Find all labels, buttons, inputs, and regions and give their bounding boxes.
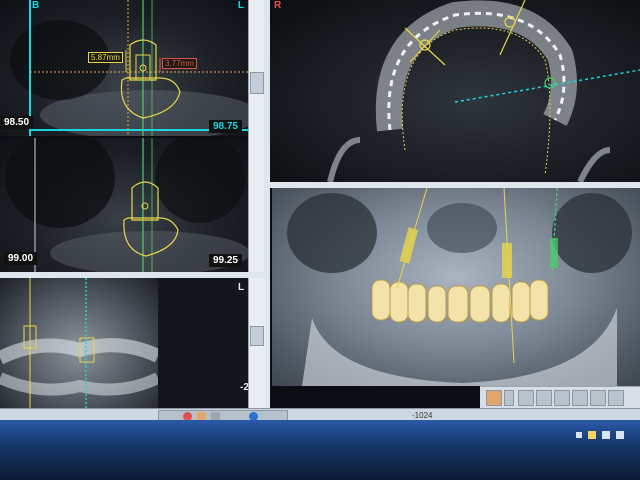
cross-section-bottom-overlay [5, 138, 248, 272]
cross-section-view-bottom[interactable]: 99.00 99.25 [0, 138, 248, 272]
panoramic-scroll-thumb[interactable] [250, 326, 264, 346]
axial-view[interactable]: R [270, 0, 640, 182]
orientation-label-right: L [237, 0, 244, 11]
panoramic-image [0, 278, 158, 408]
measurement-label-right: 3.77mm [162, 58, 197, 69]
render-3d-toolbar [480, 386, 640, 409]
dropdown-arrow-icon[interactable] [504, 390, 514, 406]
flag-icon[interactable] [588, 431, 596, 439]
cross-section-scroll-thumb[interactable] [250, 72, 264, 94]
scale-value: -2 [240, 382, 248, 393]
cross-section-scrollbar[interactable] [248, 0, 265, 272]
slice-value-left: 99.00 [4, 252, 38, 265]
view-bottom-icon[interactable] [572, 390, 588, 406]
slice-value-left: 98.50 [0, 116, 34, 129]
panoramic-overlay [0, 278, 158, 408]
volume-icon[interactable] [616, 431, 624, 439]
orientation-label: L [238, 282, 245, 293]
os-taskbar [0, 420, 640, 480]
panoramic-scrollbar[interactable] [248, 278, 265, 408]
hu-value: -1024 [412, 411, 433, 420]
skull-icon[interactable] [486, 390, 502, 406]
render-3d-view[interactable] [272, 188, 640, 386]
view-oblique-icon[interactable] [608, 390, 624, 406]
view-front-icon[interactable] [518, 390, 534, 406]
view-top-icon[interactable] [554, 390, 570, 406]
network-icon[interactable] [602, 431, 610, 439]
measurement-label-left: 5.87mm [88, 52, 123, 63]
cross-section-top-overlay [10, 0, 248, 136]
tray-arrow-icon[interactable] [576, 432, 582, 438]
slice-value-right: 98.75 [208, 120, 242, 133]
view-side-icon[interactable] [536, 390, 552, 406]
orientation-label-top: B [32, 0, 40, 11]
cross-section-view-top[interactable]: 5.87mm 3.77mm 98.50 98.75 B L [0, 0, 248, 136]
slice-value-right: 99.25 [208, 254, 242, 267]
panoramic-view[interactable]: L -2 [0, 278, 248, 408]
tray-icons [576, 430, 636, 442]
orientation-label-right: R [274, 0, 282, 11]
render-3d-overlay [287, 188, 632, 386]
view-back-icon[interactable] [590, 390, 606, 406]
axial-overlay [327, 0, 640, 182]
